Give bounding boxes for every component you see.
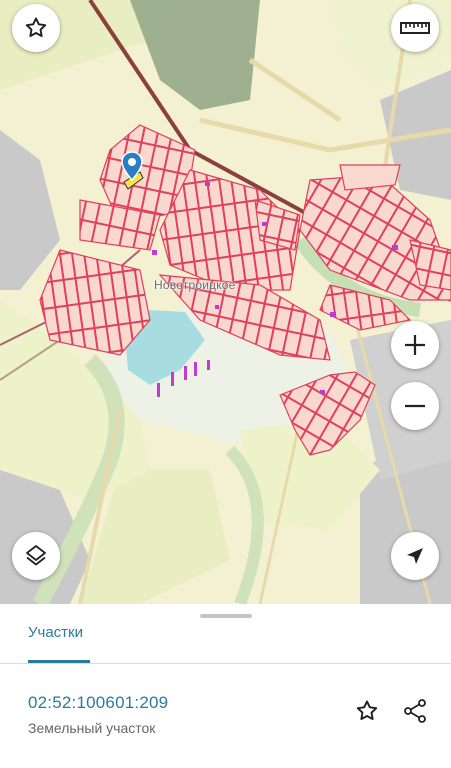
map-view[interactable]: Новотроицкое — [0, 0, 451, 604]
share-button[interactable] — [400, 698, 430, 728]
share-icon — [402, 698, 428, 729]
minus-icon — [402, 393, 428, 419]
plus-icon — [402, 332, 428, 358]
ruler-icon — [400, 20, 430, 36]
measure-button[interactable] — [391, 4, 439, 52]
bottom-sheet: Участки 02:52:100601:209 Земельный участ… — [0, 604, 451, 768]
navigation-arrow-icon — [404, 545, 426, 567]
bookmark-parcel-button[interactable] — [352, 698, 382, 728]
settlement-label: Новотроицкое — [154, 278, 236, 292]
layers-icon — [23, 543, 49, 569]
cadastral-number[interactable]: 02:52:100601:209 — [28, 693, 168, 713]
zoom-in-button[interactable] — [391, 321, 439, 369]
star-outline-icon — [354, 698, 380, 729]
tab-parcels[interactable]: Участки — [28, 624, 83, 641]
favorite-button[interactable] — [12, 4, 60, 52]
map-pin-icon[interactable] — [121, 151, 143, 186]
parcel-type: Земельный участок — [28, 720, 156, 736]
star-outline-icon — [23, 15, 49, 41]
map-canvas[interactable] — [0, 0, 451, 604]
sheet-drag-handle[interactable] — [200, 614, 252, 618]
my-location-button[interactable] — [391, 532, 439, 580]
divider — [0, 663, 451, 664]
layers-button[interactable] — [12, 532, 60, 580]
zoom-out-button[interactable] — [391, 382, 439, 430]
